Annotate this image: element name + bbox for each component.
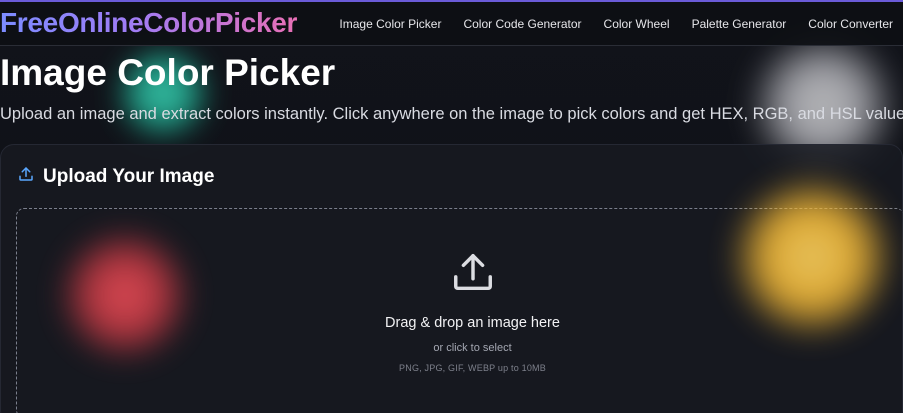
decorative-red-orb [60,230,190,360]
page: FreeOnlineColorPicker Image Color Picker… [0,0,903,413]
page-title: Image Color Picker [0,52,336,93]
nav-link-palette-generator[interactable]: Palette Generator [692,17,787,31]
upload-arrow-icon [450,250,496,301]
dropzone-subtitle: or click to select [433,342,512,354]
nav-link-color-converter[interactable]: Color Converter [808,17,893,31]
site-logo[interactable]: FreeOnlineColorPicker [0,7,297,39]
nav-link-image-color-picker[interactable]: Image Color Picker [339,17,441,31]
dropzone-formats: PNG, JPG, GIF, WEBP up to 10MB [399,363,546,373]
upload-icon [17,165,35,188]
nav-link-color-wheel[interactable]: Color Wheel [604,17,670,31]
decorative-yellow-orb [732,177,892,337]
dropzone-title: Drag & drop an image here [385,315,560,331]
upload-card-header: Upload Your Image [17,165,214,188]
nav-link-color-code-generator[interactable]: Color Code Generator [463,17,581,31]
upload-card: Upload Your Image Drag & drop an image h… [0,144,903,413]
main-nav: Image Color Picker Color Code Generator … [339,2,893,46]
upload-card-title: Upload Your Image [43,165,215,187]
site-header: FreeOnlineColorPicker Image Color Picker… [0,0,903,46]
image-dropzone[interactable]: Drag & drop an image here or click to se… [16,177,903,413]
page-subtitle: Upload an image and extract colors insta… [0,105,903,123]
